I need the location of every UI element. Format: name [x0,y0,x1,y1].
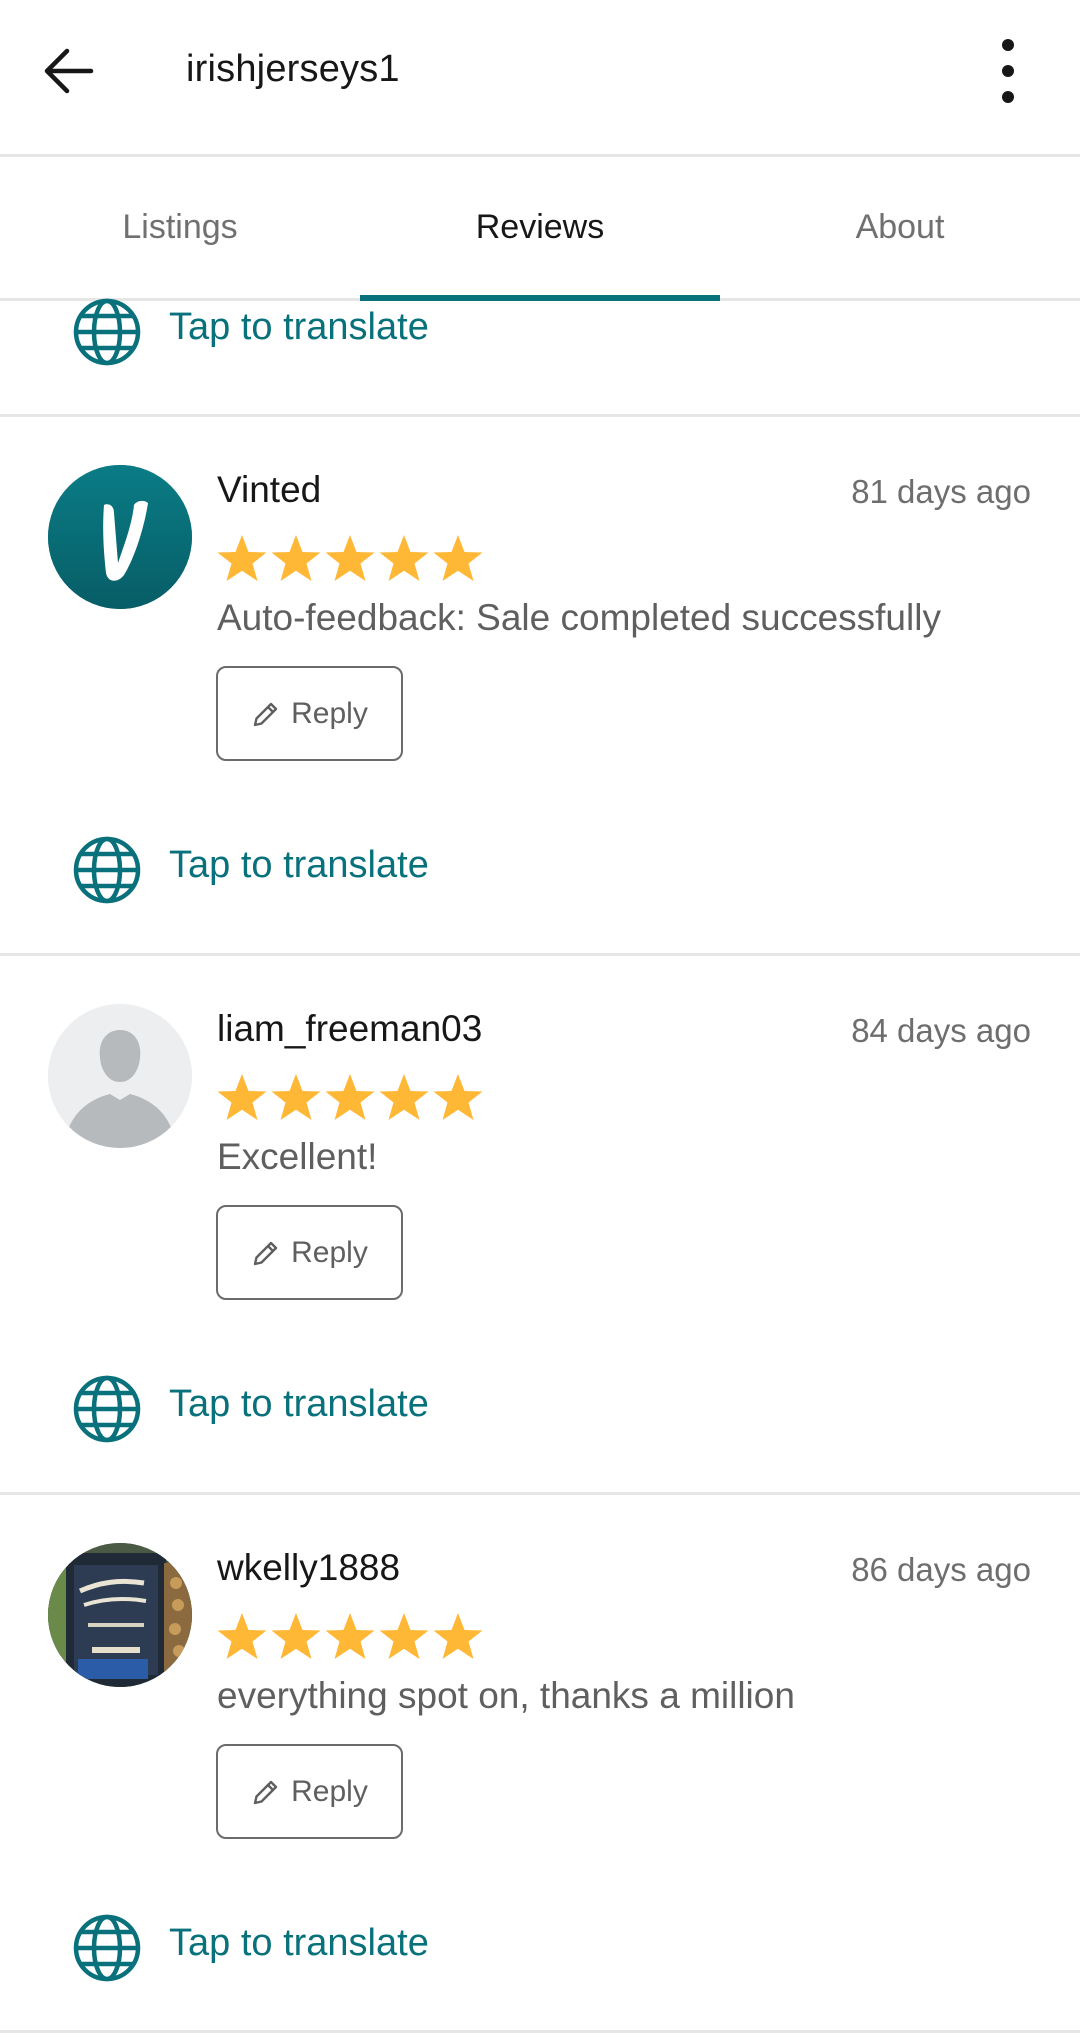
back-arrow-icon[interactable] [36,36,102,106]
globe-icon [73,298,141,366]
reply-button[interactable]: Reply [216,1744,403,1839]
star-icon [271,535,321,581]
avatar[interactable] [48,1543,192,1687]
translate-label: Tap to translate [169,1922,429,1964]
pencil-icon [253,702,278,726]
reply-label: Reply [291,1235,368,1269]
app-bar: irishjerseys1 [0,0,1080,157]
review-text: everything spot on, thanks a million [217,1675,795,1716]
star-icon [379,1613,429,1659]
reviewer-name[interactable]: wkelly1888 [217,1547,400,1589]
globe-icon [73,836,141,904]
star-icon [271,1074,321,1120]
avatar[interactable] [48,1004,192,1148]
reply-button[interactable]: Reply [216,1205,403,1300]
more-options-icon[interactable] [975,36,1041,106]
star-icon [433,1613,483,1659]
review-item: wkelly1888 86 days ago everything spot o… [0,1495,1080,2033]
tab-listings[interactable]: Listings [0,157,360,298]
translate-link[interactable]: Tap to translate [0,824,1080,914]
review-date: 86 days ago [851,1551,1031,1588]
reply-label: Reply [291,1774,368,1808]
review-text: Auto-feedback: Sale completed successful… [217,597,941,638]
page-title: irishjerseys1 [186,48,400,90]
globe-icon [73,1914,141,1982]
star-icon [217,535,267,581]
reviewer-name[interactable]: liam_freeman03 [217,1008,482,1050]
avatar[interactable] [48,465,192,609]
globe-icon [73,1375,141,1443]
star-icon [433,535,483,581]
translate-label: Tap to translate [169,844,429,886]
translate-link[interactable]: Tap to translate [0,1902,1080,1992]
translate-label: Tap to translate [169,306,429,348]
translate-link[interactable]: Tap to translate [0,286,1080,376]
star-rating [215,1072,485,1124]
review-item: liam_freeman03 84 days ago Excellent! Re… [0,956,1080,1492]
star-rating [215,1611,485,1663]
star-icon [379,535,429,581]
star-icon [325,1074,375,1120]
star-icon [271,1613,321,1659]
review-item: Vinted 81 days ago Auto-feedback: Sale c… [0,417,1080,953]
star-rating [215,533,485,585]
star-icon [325,1613,375,1659]
default-user-icon [48,1004,192,1148]
reply-label: Reply [291,696,368,730]
tab-about[interactable]: About [720,157,1080,298]
star-icon [379,1074,429,1120]
pencil-icon [253,1241,278,1265]
review-text: Excellent! [217,1136,378,1177]
review-date: 81 days ago [851,473,1031,510]
reply-button[interactable]: Reply [216,666,403,761]
star-icon [217,1613,267,1659]
pencil-icon [253,1780,278,1804]
reviewer-name[interactable]: Vinted [217,469,321,511]
star-icon [433,1074,483,1120]
star-icon [325,535,375,581]
user-photo-icon [48,1543,192,1687]
tab-reviews[interactable]: Reviews [360,157,720,301]
translate-label: Tap to translate [169,1383,429,1425]
star-icon [217,1074,267,1120]
profile-tabs: Listings Reviews About [0,157,1080,301]
review-date: 84 days ago [851,1012,1031,1049]
translate-link[interactable]: Tap to translate [0,1363,1080,1453]
